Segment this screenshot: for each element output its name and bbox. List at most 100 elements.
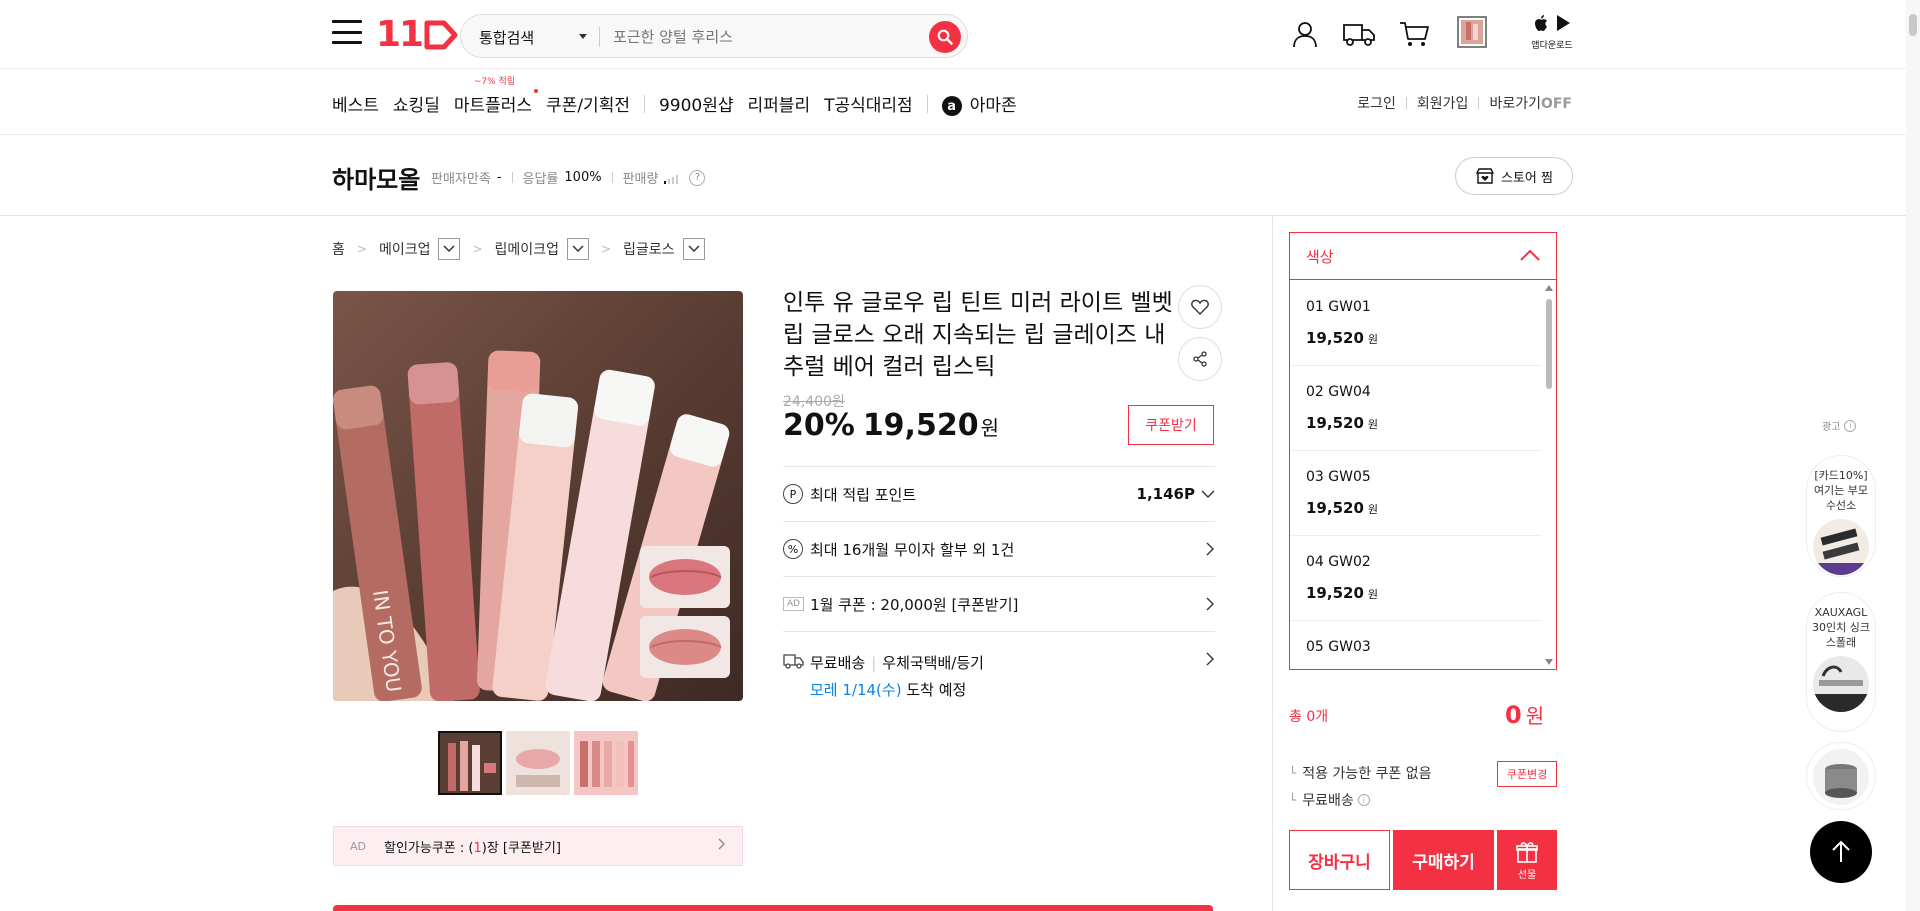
- nav-item-label: 마트플러스: [453, 96, 533, 116]
- option-item[interactable]: 04 GW02 19,520 원: [1290, 536, 1542, 621]
- caret-down-icon[interactable]: [579, 34, 587, 39]
- total-amount: 0원: [1505, 701, 1545, 729]
- user-links: 로그인 회원가입 바로가기OFF: [1357, 93, 1572, 113]
- breadcrumb-lip-gloss[interactable]: 립글로스: [623, 239, 675, 259]
- chevron-right-icon: [718, 838, 726, 854]
- coupon-status: 적용 가능한 쿠폰 없음: [1302, 766, 1432, 782]
- category-dropdown[interactable]: [682, 238, 705, 260]
- satisfaction-label: 판매자만족: [431, 172, 491, 187]
- add-to-cart-button[interactable]: 장바구니: [1289, 830, 1390, 890]
- get-coupon-button[interactable]: 쿠폰받기: [1128, 405, 1214, 445]
- nav-item-9900[interactable]: 9900원샵: [659, 91, 734, 116]
- coupon-change-button[interactable]: 쿠폰변경: [1497, 761, 1557, 787]
- product-main-image[interactable]: IN TO YOU: [333, 291, 743, 701]
- category-dropdown[interactable]: [566, 238, 589, 260]
- nav-item-label: 아마존: [969, 96, 1017, 116]
- corner-icon: └: [1289, 793, 1297, 807]
- nav-item-shocking-deal[interactable]: 쇼킹딜: [393, 91, 440, 116]
- discount-coupon-bar[interactable]: AD 할인가능쿠폰 : (1)장 [쿠폰받기]: [333, 826, 743, 866]
- gift-icon: [1516, 841, 1538, 863]
- heart-icon: [1191, 299, 1209, 315]
- sales-label: 판매량: [622, 172, 659, 187]
- ad-card-text: [카드10%] 여기는 부모 수선소: [1813, 469, 1869, 512]
- signup-link[interactable]: 회원가입: [1417, 93, 1469, 113]
- breadcrumb-home[interactable]: 홈: [332, 239, 345, 259]
- search-button[interactable]: [929, 21, 961, 53]
- thumbnail-1[interactable]: [438, 731, 502, 795]
- category-dropdown[interactable]: [438, 238, 461, 260]
- price-amount: 19,520: [862, 408, 979, 443]
- ad-card-1[interactable]: [카드10%] 여기는 부모 수선소: [1806, 455, 1876, 577]
- store-favorite-button[interactable]: 스토어 찜: [1455, 157, 1573, 195]
- nav-item-t-official[interactable]: T공식대리점: [824, 91, 913, 116]
- chevron-right-icon: [1206, 597, 1215, 611]
- login-link[interactable]: 로그인: [1357, 93, 1396, 113]
- total-quantity: 총 0개: [1289, 709, 1329, 725]
- breadcrumb-lip-makeup[interactable]: 립메이크업: [495, 239, 559, 259]
- option-item[interactable]: 01 GW01 19,520 원: [1290, 281, 1542, 366]
- breadcrumb: 홈 > 메이크업 > 립메이크업 > 립글로스: [332, 238, 705, 260]
- divider: [1478, 97, 1480, 109]
- hamburger-icon[interactable]: [332, 20, 362, 44]
- option-item[interactable]: 05 GW03: [1290, 621, 1542, 669]
- shipping-row[interactable]: 무료배송 | 우체국택배/등기 모레 1/14(수) 도착 예정: [783, 631, 1215, 706]
- wishlist-button[interactable]: [1178, 285, 1222, 329]
- search-icon: [937, 29, 953, 45]
- option-scroll-thumb[interactable]: [1546, 299, 1552, 389]
- my-page-button[interactable]: [1287, 16, 1323, 52]
- thumbnail-3[interactable]: [574, 731, 638, 795]
- chevron-down-icon: [1201, 490, 1215, 498]
- points-label: 최대 적립 포인트: [810, 485, 917, 504]
- points-value: 1,146P: [1136, 485, 1195, 503]
- search-category-select[interactable]: 통합검색: [479, 27, 534, 48]
- points-row[interactable]: P 최대 적립 포인트 1,146P: [783, 466, 1215, 521]
- shipping-line: └ 무료배송 i: [1289, 790, 1370, 810]
- breadcrumb-makeup[interactable]: 메이크업: [379, 239, 431, 259]
- page-scrollbar[interactable]: [1906, 0, 1920, 911]
- nav-item-best[interactable]: 베스트: [332, 91, 379, 116]
- buy-now-button[interactable]: 구매하기: [1393, 830, 1494, 890]
- cart-button[interactable]: [1396, 16, 1432, 52]
- nav-item-mart-plus[interactable]: ~7% 적립 마트플러스: [453, 77, 539, 116]
- shortcut-toggle[interactable]: 바로가기OFF: [1489, 93, 1572, 113]
- info-icon[interactable]: i: [1844, 419, 1857, 432]
- chevron-right-icon: >: [600, 242, 612, 256]
- ad-card-image: [1813, 749, 1869, 805]
- ad-card-2[interactable]: XAUXAGL 30인치 싱크 스폴래: [1806, 592, 1876, 732]
- sale-price: 20% 19,520 원: [783, 408, 999, 443]
- scroll-to-top-button[interactable]: [1810, 821, 1872, 883]
- app-download-button[interactable]: 앱다운로드: [1528, 14, 1576, 51]
- main-nav: 베스트 쇼킹딜 ~7% 적립 마트플러스 쿠폰/기획전 9900원샵 리퍼블리 …: [332, 77, 1031, 116]
- monthly-coupon-text: 1월 쿠폰 : 20,000원 [쿠폰받기]: [810, 595, 1019, 614]
- page-scroll-thumb[interactable]: [1909, 14, 1917, 36]
- option-name: 02 GW04: [1306, 384, 1371, 400]
- ad-card-3[interactable]: [1806, 742, 1876, 810]
- nav-item-refurbly[interactable]: 리퍼블리: [748, 91, 811, 116]
- thumbnail-2[interactable]: [506, 731, 570, 795]
- nav-item-amazon[interactable]: a 아마존: [941, 91, 1017, 116]
- installment-text: 최대 16개월 무이자 할부 외 1건: [810, 540, 1015, 559]
- gift-button[interactable]: 선물: [1497, 830, 1557, 890]
- truck-icon: [1343, 24, 1375, 46]
- seller-divider: [0, 215, 1920, 216]
- recent-viewed-button[interactable]: [1454, 14, 1490, 50]
- play-store-icon: [1556, 15, 1570, 31]
- option-item[interactable]: 02 GW04 19,520 원: [1290, 366, 1542, 451]
- seller-name[interactable]: 하마모올: [332, 160, 420, 195]
- product-title: 인투 유 글로우 립 틴트 미러 라이트 벨벳 립 글로스 오래 지속되는 립 …: [783, 290, 1173, 380]
- monthly-coupon-row[interactable]: AD 1월 쿠폰 : 20,000원 [쿠폰받기]: [783, 576, 1215, 631]
- installment-row[interactable]: % 최대 16개월 무이자 할부 외 1건: [783, 521, 1215, 576]
- shipping-info: 무료배송 | 우체국택배/등기 모레 1/14(수) 도착 예정: [810, 654, 984, 699]
- nav-item-coupon[interactable]: 쿠폰/기획전: [546, 91, 630, 116]
- shipping-method: 우체국택배/등기: [882, 654, 984, 672]
- gift-label: 선물: [1517, 869, 1537, 881]
- option-item[interactable]: 03 GW05 19,520 원: [1290, 451, 1542, 536]
- info-icon[interactable]: i: [1357, 794, 1370, 806]
- option-header[interactable]: 색상: [1290, 233, 1556, 280]
- site-logo[interactable]: 11: [376, 14, 458, 55]
- search-input[interactable]: [613, 23, 913, 51]
- help-icon[interactable]: ?: [689, 169, 706, 186]
- ad-card-image: [1813, 656, 1869, 712]
- share-button[interactable]: [1178, 337, 1222, 381]
- delivery-tracking-button[interactable]: [1341, 16, 1377, 52]
